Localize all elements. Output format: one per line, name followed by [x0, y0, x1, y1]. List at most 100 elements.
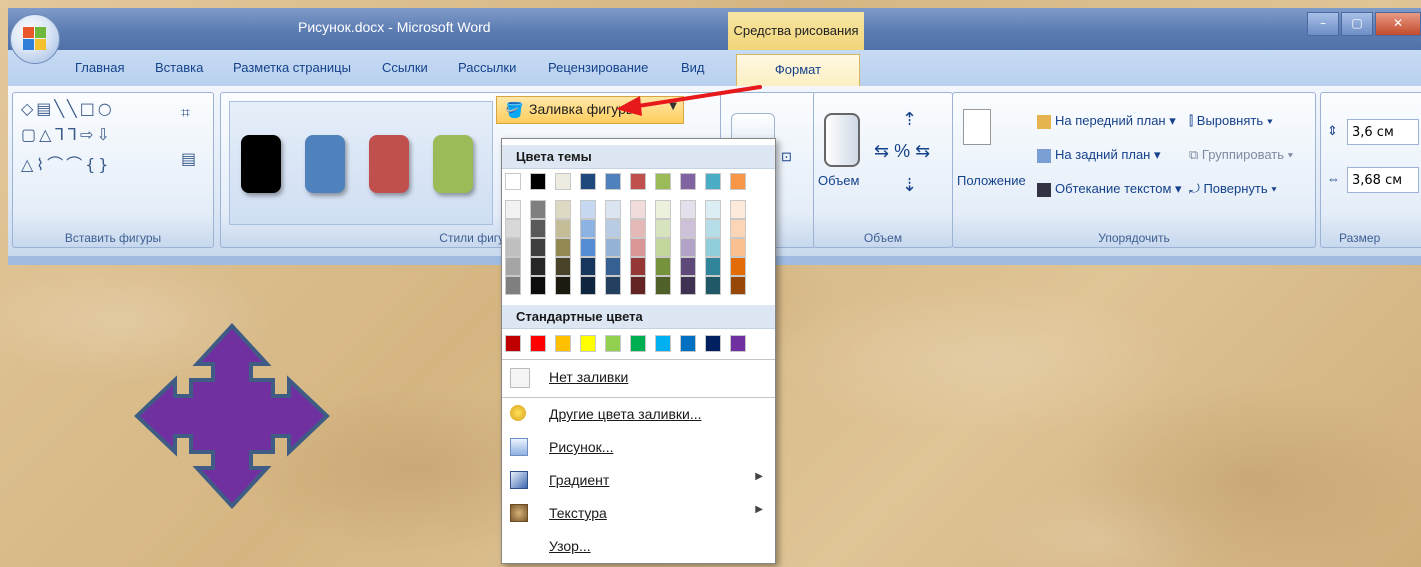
theme-tint-swatch[interactable]	[630, 238, 646, 257]
theme-tint-swatch[interactable]	[630, 219, 646, 238]
theme-tint-swatch[interactable]	[605, 238, 621, 257]
tab-review[interactable]: Рецензирование	[548, 60, 648, 75]
tab-mailings[interactable]: Рассылки	[458, 60, 516, 75]
tab-format[interactable]: Формат	[736, 54, 860, 87]
theme-color-swatch[interactable]	[730, 173, 746, 190]
purple-shape[interactable]	[133, 322, 331, 510]
style-swatch[interactable]	[369, 135, 409, 193]
theme-tint-swatch[interactable]	[630, 257, 646, 276]
theme-tint-swatch[interactable]	[580, 257, 596, 276]
tab-page-layout[interactable]: Разметка страницы	[233, 60, 351, 75]
standard-color-swatch[interactable]	[680, 335, 696, 352]
shapes-gallery-icon[interactable]: △⌇⌒⌒{}	[21, 151, 111, 175]
tab-insert[interactable]: Вставка	[155, 60, 203, 75]
no-fill-item[interactable]: Нет заливки	[502, 362, 775, 394]
align-button[interactable]: ⫿ Выровнять ▾	[1189, 113, 1273, 129]
close-button[interactable]: ✕	[1375, 12, 1421, 36]
pattern-item[interactable]: Узор...	[502, 531, 775, 563]
style-swatch[interactable]	[305, 135, 345, 193]
send-to-back-button[interactable]: На задний план ▾	[1037, 147, 1161, 163]
tilt-up-icon[interactable]: ⇡	[902, 109, 917, 130]
theme-tint-swatch[interactable]	[680, 257, 696, 276]
theme-tint-swatch[interactable]	[555, 200, 571, 219]
theme-tint-swatch[interactable]	[580, 238, 596, 257]
text-box-icon[interactable]: ▤	[181, 149, 196, 168]
shapes-gallery-icon[interactable]: ◇▤╲╲□○	[21, 99, 115, 118]
theme-color-swatch[interactable]	[680, 173, 696, 190]
theme-tint-swatch[interactable]	[705, 219, 721, 238]
style-swatch[interactable]	[433, 135, 473, 193]
edit-shape-icon[interactable]: ⌗	[181, 103, 190, 123]
theme-tint-swatch[interactable]	[705, 200, 721, 219]
group-button[interactable]: ⧉ Группировать ▾	[1189, 147, 1293, 163]
theme-tint-swatch[interactable]	[680, 238, 696, 257]
theme-tint-swatch[interactable]	[530, 276, 546, 295]
theme-color-swatch[interactable]	[555, 173, 571, 190]
theme-tint-swatch[interactable]	[555, 257, 571, 276]
standard-color-swatch[interactable]	[555, 335, 571, 352]
width-input[interactable]: 3,68 см	[1347, 167, 1419, 193]
theme-tint-swatch[interactable]	[530, 257, 546, 276]
theme-tint-swatch[interactable]	[730, 257, 746, 276]
maximize-button[interactable]: ▢	[1341, 12, 1373, 36]
theme-color-swatch[interactable]	[705, 173, 721, 190]
office-button[interactable]	[10, 14, 60, 64]
theme-tint-swatch[interactable]	[505, 200, 521, 219]
theme-tint-swatch[interactable]	[605, 276, 621, 295]
theme-tint-swatch[interactable]	[730, 276, 746, 295]
tilt-icons[interactable]: ⇆ % ⇆	[874, 141, 930, 162]
theme-color-swatch[interactable]	[530, 173, 546, 190]
theme-tint-swatch[interactable]	[705, 238, 721, 257]
theme-tint-swatch[interactable]	[730, 238, 746, 257]
position-button[interactable]: Положение	[957, 173, 1026, 188]
theme-tint-swatch[interactable]	[605, 200, 621, 219]
tab-home[interactable]: Главная	[75, 60, 124, 75]
theme-tint-swatch[interactable]	[705, 257, 721, 276]
minimize-button[interactable]: –	[1307, 12, 1339, 36]
rotate-button[interactable]: ⤾ Повернуть ▾	[1189, 181, 1277, 197]
theme-tint-swatch[interactable]	[555, 219, 571, 238]
tab-view[interactable]: Вид	[681, 60, 705, 75]
tilt-down-icon[interactable]: ⇣	[902, 175, 917, 196]
style-swatch[interactable]	[241, 135, 281, 193]
gradient-item[interactable]: Градиент ▶	[502, 465, 775, 497]
theme-tint-swatch[interactable]	[530, 200, 546, 219]
standard-color-swatch[interactable]	[530, 335, 546, 352]
theme-tint-swatch[interactable]	[655, 276, 671, 295]
theme-tint-swatch[interactable]	[630, 276, 646, 295]
theme-tint-swatch[interactable]	[680, 219, 696, 238]
standard-color-swatch[interactable]	[655, 335, 671, 352]
theme-tint-swatch[interactable]	[505, 238, 521, 257]
theme-tint-swatch[interactable]	[655, 219, 671, 238]
theme-tint-swatch[interactable]	[580, 200, 596, 219]
theme-tint-swatch[interactable]	[505, 276, 521, 295]
shapes-gallery-icon[interactable]: ▢△ᒣᒣ⇨⇩	[21, 125, 113, 144]
standard-color-swatch[interactable]	[630, 335, 646, 352]
theme-color-swatch[interactable]	[630, 173, 646, 190]
bring-to-front-button[interactable]: На передний план ▾	[1037, 113, 1176, 129]
theme-color-swatch[interactable]	[655, 173, 671, 190]
theme-tint-swatch[interactable]	[605, 219, 621, 238]
theme-color-swatch[interactable]	[505, 173, 521, 190]
standard-color-swatch[interactable]	[705, 335, 721, 352]
theme-color-swatch[interactable]	[605, 173, 621, 190]
theme-tint-swatch[interactable]	[530, 238, 546, 257]
theme-tint-swatch[interactable]	[655, 238, 671, 257]
theme-tint-swatch[interactable]	[730, 219, 746, 238]
theme-color-swatch[interactable]	[580, 173, 596, 190]
theme-tint-swatch[interactable]	[580, 219, 596, 238]
theme-tint-swatch[interactable]	[730, 200, 746, 219]
theme-tint-swatch[interactable]	[555, 238, 571, 257]
theme-tint-swatch[interactable]	[505, 219, 521, 238]
standard-color-swatch[interactable]	[580, 335, 596, 352]
standard-color-swatch[interactable]	[730, 335, 746, 352]
theme-tint-swatch[interactable]	[705, 276, 721, 295]
theme-tint-swatch[interactable]	[505, 257, 521, 276]
height-input[interactable]: 3,6 см	[1347, 119, 1419, 145]
theme-tint-swatch[interactable]	[530, 219, 546, 238]
texture-item[interactable]: Текстура ▶	[502, 498, 775, 530]
tab-references[interactable]: Ссылки	[382, 60, 428, 75]
standard-color-swatch[interactable]	[605, 335, 621, 352]
theme-tint-swatch[interactable]	[680, 200, 696, 219]
theme-tint-swatch[interactable]	[580, 276, 596, 295]
